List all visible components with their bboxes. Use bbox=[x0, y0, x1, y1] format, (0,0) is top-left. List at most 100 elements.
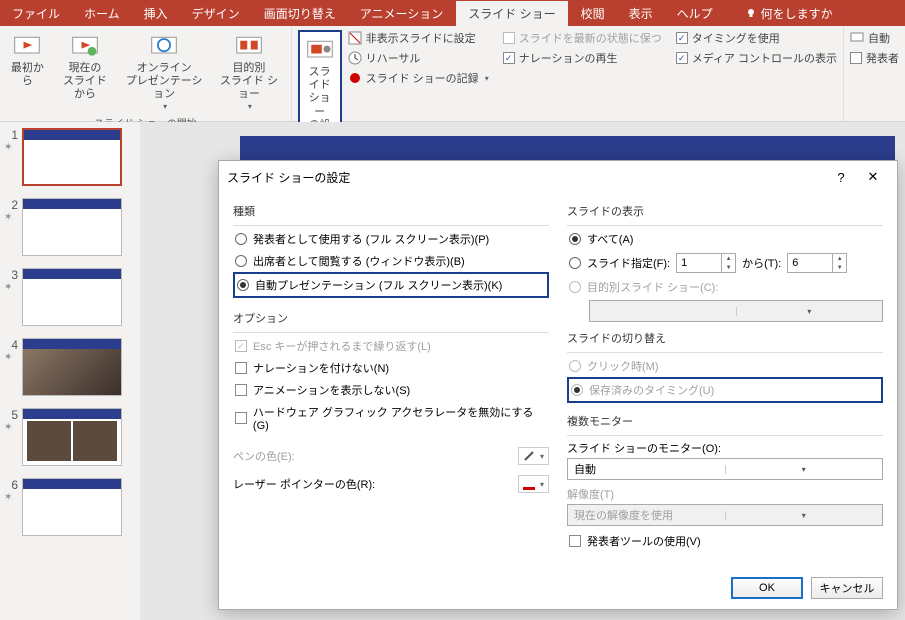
thumb-number: 5 bbox=[4, 408, 18, 422]
present-online-icon bbox=[150, 32, 178, 60]
custom-slideshow-button[interactable]: 目的別 スライド ショー▾ bbox=[213, 30, 284, 113]
rehearse-button[interactable]: リハーサル bbox=[348, 50, 489, 66]
loop-esc-checkbox: Esc キーが押されるまで繰り返す(L) bbox=[233, 335, 549, 357]
from-input[interactable] bbox=[677, 254, 721, 272]
tab-file[interactable]: ファイル bbox=[0, 0, 72, 26]
no-narration-checkbox[interactable]: ナレーションを付けない(N) bbox=[233, 357, 549, 379]
thumb-number: 6 bbox=[4, 478, 18, 492]
tab-design[interactable]: デザイン bbox=[180, 0, 252, 26]
monitor-dropdown[interactable]: 自動 bbox=[850, 30, 899, 46]
ribbon: 最初から 現在の スライドから オンライン プレゼンテーション▾ 目的別 スライ… bbox=[0, 26, 905, 122]
tab-help[interactable]: ヘルプ bbox=[665, 0, 725, 26]
radio-icon bbox=[569, 257, 581, 269]
show-type-kiosk-radio[interactable]: 自動プレゼンテーション (フル スクリーン表示)(K) bbox=[233, 272, 549, 298]
tab-animations[interactable]: アニメーション bbox=[348, 0, 456, 26]
disable-hw-checkbox[interactable]: ハードウェア グラフィック アクセラレータを無効にする(G) bbox=[233, 401, 549, 435]
use-timings-checkbox[interactable]: タイミングを使用 bbox=[676, 30, 837, 46]
slide-thumb-5[interactable] bbox=[22, 408, 122, 466]
play-narration-checkbox[interactable]: ナレーションの再生 bbox=[503, 50, 662, 66]
tab-view[interactable]: 表示 bbox=[617, 0, 665, 26]
chevron-down-icon[interactable]: ▾ bbox=[725, 465, 883, 474]
pen-color-picker[interactable]: ▾ bbox=[518, 447, 549, 465]
dialog-title: スライド ショーの設定 bbox=[227, 169, 350, 186]
radio-icon bbox=[237, 279, 249, 291]
present-online-button[interactable]: オンライン プレゼンテーション▾ bbox=[121, 30, 207, 113]
slide-thumb-2[interactable] bbox=[22, 198, 122, 256]
to-spinner[interactable]: ▲▼ bbox=[787, 253, 847, 273]
tab-home[interactable]: ホーム bbox=[72, 0, 132, 26]
multi-monitor-label: 複数モニター bbox=[567, 413, 883, 429]
monitor-select[interactable]: 自動▾ bbox=[567, 458, 883, 480]
to-input[interactable] bbox=[788, 254, 832, 272]
show-type-browsed-radio[interactable]: 出席者として閲覧する (ウィンドウ表示)(B) bbox=[233, 250, 549, 272]
show-media-controls-checkbox[interactable]: メディア コントロールの表示 bbox=[676, 50, 837, 66]
show-range-radio[interactable]: スライド指定(F): ▲▼ から(T): ▲▼ bbox=[567, 250, 883, 276]
cancel-button[interactable]: キャンセル bbox=[811, 577, 883, 599]
spin-up-icon[interactable]: ▲ bbox=[833, 254, 846, 263]
dialog-titlebar: スライド ショーの設定 ? ✕ bbox=[219, 161, 897, 193]
slide-thumbnail-panel: 1✶ 2✶ 3✶ 4✶ 5✶ 6✶ bbox=[0, 122, 140, 620]
monitor-icon bbox=[850, 31, 864, 45]
radio-icon bbox=[235, 233, 247, 245]
hide-slide-button[interactable]: 非表示スライドに設定 bbox=[348, 30, 489, 46]
group-start-slideshow: 最初から 現在の スライドから オンライン プレゼンテーション▾ 目的別 スライ… bbox=[0, 26, 292, 121]
show-custom-radio: 目的別スライド ショー(C): bbox=[567, 276, 883, 298]
anim-star-icon: ✶ bbox=[4, 352, 18, 363]
help-button[interactable]: ? bbox=[825, 170, 857, 185]
spin-down-icon[interactable]: ▼ bbox=[722, 263, 735, 272]
spin-up-icon[interactable]: ▲ bbox=[722, 254, 735, 263]
keep-latest-checkbox[interactable]: スライドを最新の状態に保つ bbox=[503, 30, 662, 46]
from-current-button[interactable]: 現在の スライドから bbox=[55, 30, 115, 104]
anim-star-icon: ✶ bbox=[4, 282, 18, 293]
record-icon bbox=[348, 71, 362, 85]
from-spinner[interactable]: ▲▼ bbox=[676, 253, 736, 273]
record-button[interactable]: スライド ショーの記録▾ bbox=[348, 70, 489, 86]
custom-show-icon bbox=[235, 32, 263, 60]
checkbox-icon bbox=[235, 340, 247, 352]
pen-icon bbox=[523, 450, 535, 462]
tell-me-search[interactable]: 何をしますか bbox=[733, 0, 845, 26]
tab-review[interactable]: 校閲 bbox=[569, 0, 617, 26]
ok-button[interactable]: OK bbox=[731, 577, 803, 599]
show-type-presenter-radio[interactable]: 発表者として使用する (フル スクリーン表示)(P) bbox=[233, 228, 549, 250]
play-from-start-icon bbox=[13, 32, 41, 60]
checkbox-icon bbox=[503, 32, 515, 44]
ribbon-tabbar: ファイル ホーム 挿入 デザイン 画面切り替え アニメーション スライド ショー… bbox=[0, 0, 905, 26]
from-beginning-button[interactable]: 最初から bbox=[6, 30, 49, 90]
tab-insert[interactable]: 挿入 bbox=[132, 0, 180, 26]
checkbox-icon bbox=[235, 362, 247, 374]
tab-slideshow[interactable]: スライド ショー bbox=[455, 0, 568, 26]
tab-transitions[interactable]: 画面切り替え bbox=[252, 0, 348, 26]
play-from-current-icon bbox=[71, 32, 99, 60]
checkbox-icon bbox=[569, 535, 581, 547]
slide-thumb-1[interactable] bbox=[22, 128, 122, 186]
thumb-number: 1 bbox=[4, 128, 18, 142]
no-animation-checkbox[interactable]: アニメーションを表示しない(S) bbox=[233, 379, 549, 401]
options-group-label: オプション bbox=[233, 310, 549, 326]
slide-thumb-3[interactable] bbox=[22, 268, 122, 326]
anim-star-icon: ✶ bbox=[4, 142, 18, 153]
thumb-number: 4 bbox=[4, 338, 18, 352]
show-all-radio[interactable]: すべて(A) bbox=[567, 228, 883, 250]
show-slides-label: スライドの表示 bbox=[567, 203, 883, 219]
radio-icon bbox=[569, 233, 581, 245]
advance-timing-radio: 保存済みのタイミング(U) bbox=[567, 377, 883, 403]
resolution-select: 現在の解像度を使用▾ bbox=[567, 504, 883, 526]
slide-thumb-4[interactable] bbox=[22, 338, 122, 396]
chevron-down-icon: ▾ bbox=[736, 307, 883, 316]
thumb-number: 2 bbox=[4, 198, 18, 212]
presenter-view-checkbox[interactable]: 発表者 bbox=[850, 50, 899, 66]
anim-star-icon: ✶ bbox=[4, 492, 18, 503]
type-group-label: 種類 bbox=[233, 203, 549, 219]
checkbox-icon bbox=[676, 52, 688, 64]
spin-down-icon[interactable]: ▼ bbox=[833, 263, 846, 272]
laser-color-picker[interactable]: ▾ bbox=[518, 475, 549, 493]
presenter-view-checkbox[interactable]: 発表者ツールの使用(V) bbox=[567, 530, 883, 552]
slide-thumb-6[interactable] bbox=[22, 478, 122, 536]
laser-color-label: レーザー ポインターの色(R): bbox=[233, 476, 375, 492]
color-swatch-icon bbox=[523, 478, 535, 490]
close-button[interactable]: ✕ bbox=[857, 169, 889, 185]
rehearse-icon bbox=[348, 51, 362, 65]
radio-icon bbox=[569, 281, 581, 293]
thumb-number: 3 bbox=[4, 268, 18, 282]
